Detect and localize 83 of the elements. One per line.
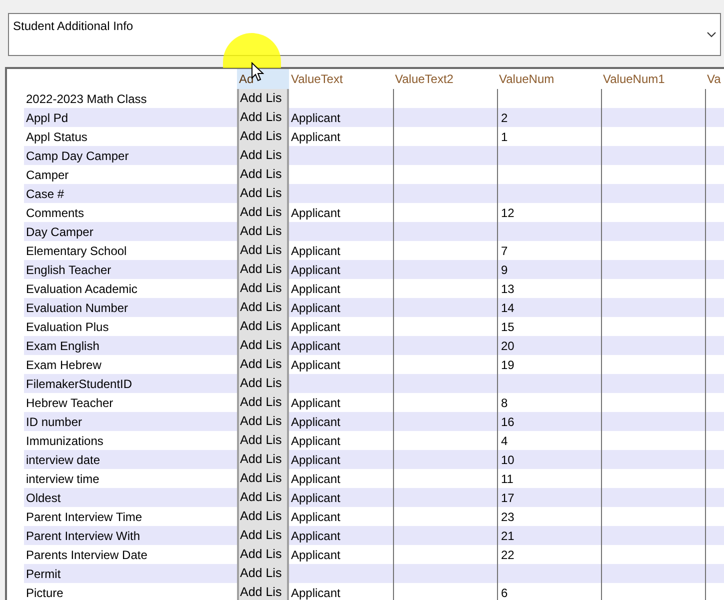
column-header[interactable]: Va xyxy=(705,69,724,89)
add-list-button[interactable]: Add Lis xyxy=(237,526,289,545)
table-cell-text: Comments xyxy=(25,204,86,222)
table-cell-text: Applicant xyxy=(290,128,342,146)
table-cell-text: Parents Interview Date xyxy=(25,546,148,564)
table-cell-text: Exam Hebrew xyxy=(25,356,102,374)
dropdown-value: Student Additional Info xyxy=(13,18,134,35)
table-cell-text: Parent Interview Time xyxy=(25,508,144,526)
add-list-button[interactable]: Add Lis xyxy=(237,336,289,355)
add-list-button[interactable]: Add Lis xyxy=(237,431,289,450)
table-cell-text: Applicant xyxy=(290,204,342,222)
table-cell-text: Applicant xyxy=(290,432,342,450)
table-cell-text: Applicant xyxy=(290,356,342,374)
table-cell-text: Day Camper xyxy=(25,224,94,240)
table-cell-text: Applicant xyxy=(290,394,342,412)
table-cell-text: Evaluation Plus xyxy=(25,318,110,336)
table-cell-text: Immunizations xyxy=(25,432,104,450)
table-cell-text: Camper xyxy=(25,166,70,184)
add-list-button[interactable]: Add Lis xyxy=(237,564,289,583)
add-list-button[interactable]: Add Lis xyxy=(237,545,289,564)
category-dropdown[interactable]: Student Additional Info xyxy=(8,13,721,56)
table-cell-text: Applicant xyxy=(290,528,342,544)
add-list-button[interactable]: Add Lis xyxy=(237,165,289,184)
table-cell-text: Applicant xyxy=(290,338,342,354)
chevron-down-icon xyxy=(707,32,716,38)
add-list-button[interactable]: Add Lis xyxy=(237,488,289,507)
table-cell-text: Applicant xyxy=(290,242,342,260)
table-cell-text: interview time xyxy=(25,470,100,488)
table-cell-text: Applicant xyxy=(290,490,342,506)
table-cell-text: Applicant xyxy=(290,300,342,316)
table-cell-text: Applicant xyxy=(290,280,342,298)
table-cell-text: Picture xyxy=(25,584,64,600)
table-cell-text: Applicant xyxy=(290,470,342,488)
table-cell-text: Exam English xyxy=(25,338,100,354)
table-cell-text: Applicant xyxy=(290,110,342,126)
add-list-button[interactable]: Add Lis xyxy=(237,374,289,393)
table-cell-text: Case # xyxy=(25,186,66,202)
add-list-button[interactable]: Add Lis xyxy=(237,507,289,526)
table-cell-text: Hebrew Teacher xyxy=(25,394,114,412)
table-cell-text: interview date xyxy=(25,452,102,468)
table-cell-text: English Teacher xyxy=(25,262,112,278)
add-list-button[interactable]: Add Lis xyxy=(237,89,289,108)
add-list-button[interactable]: Add Lis xyxy=(237,279,289,298)
table-cell-text: FilemakerStudentID xyxy=(25,376,134,392)
table-cell-text: ID number xyxy=(25,414,84,430)
column-header[interactable]: ValueNum xyxy=(497,69,601,89)
table-cell-text: Evaluation Academic xyxy=(25,280,138,298)
table-cell-text: Evaluation Number xyxy=(25,300,130,316)
table-cell-text: Applicant xyxy=(290,584,342,600)
table-cell-text: Applicant xyxy=(290,452,342,468)
add-list-button[interactable]: Add Lis xyxy=(237,469,289,488)
table-cell-text: Applicant xyxy=(290,318,342,336)
add-list-button[interactable]: Add Lis xyxy=(237,184,289,203)
add-list-button[interactable]: Add Lis xyxy=(237,450,289,469)
table-cell-text: Applicant xyxy=(290,508,342,526)
add-list-button[interactable]: Add Lis xyxy=(237,203,289,222)
add-list-button[interactable]: Add Lis xyxy=(237,260,289,279)
add-list-button[interactable]: Add Lis xyxy=(237,317,289,336)
column-header[interactable]: ValueText xyxy=(289,69,393,89)
add-list-button[interactable]: Add Lis xyxy=(237,146,289,165)
add-list-button[interactable]: Add Lis xyxy=(237,412,289,431)
table-cell-text: 2022-2023 Math Class xyxy=(25,90,148,108)
table-cell-text: Oldest xyxy=(25,490,62,506)
add-list-button[interactable]: Add Lis xyxy=(237,583,289,600)
table-cell: 6 xyxy=(497,583,601,600)
add-list-button[interactable]: Add Lis xyxy=(237,355,289,374)
table-cell-text: Applicant xyxy=(290,546,342,564)
table-cell-text: Appl Pd xyxy=(25,110,70,126)
table-cell-text: Applicant xyxy=(290,414,342,430)
column-header[interactable]: ValueText2 xyxy=(393,69,497,89)
table-cell-text: Permit xyxy=(25,566,62,582)
table-cell-text: Appl Status xyxy=(25,128,88,146)
add-list-button[interactable]: Add Lis xyxy=(237,222,289,241)
add-list-button[interactable]: Add Lis xyxy=(237,127,289,146)
add-list-button[interactable]: Add Lis xyxy=(237,108,289,127)
add-list-button[interactable]: Add Lis xyxy=(237,241,289,260)
add-list-button[interactable]: Add Lis xyxy=(237,393,289,412)
add-list-button[interactable]: Add Lis xyxy=(237,298,289,317)
table-cell-text: Parent Interview With xyxy=(25,528,142,544)
table-cell-text: Camp Day Camper xyxy=(25,148,130,164)
table-cell-text: Applicant xyxy=(290,262,342,278)
column-header[interactable]: ValueNum1 xyxy=(601,69,705,89)
table-cell-text: Elementary School xyxy=(25,242,128,260)
